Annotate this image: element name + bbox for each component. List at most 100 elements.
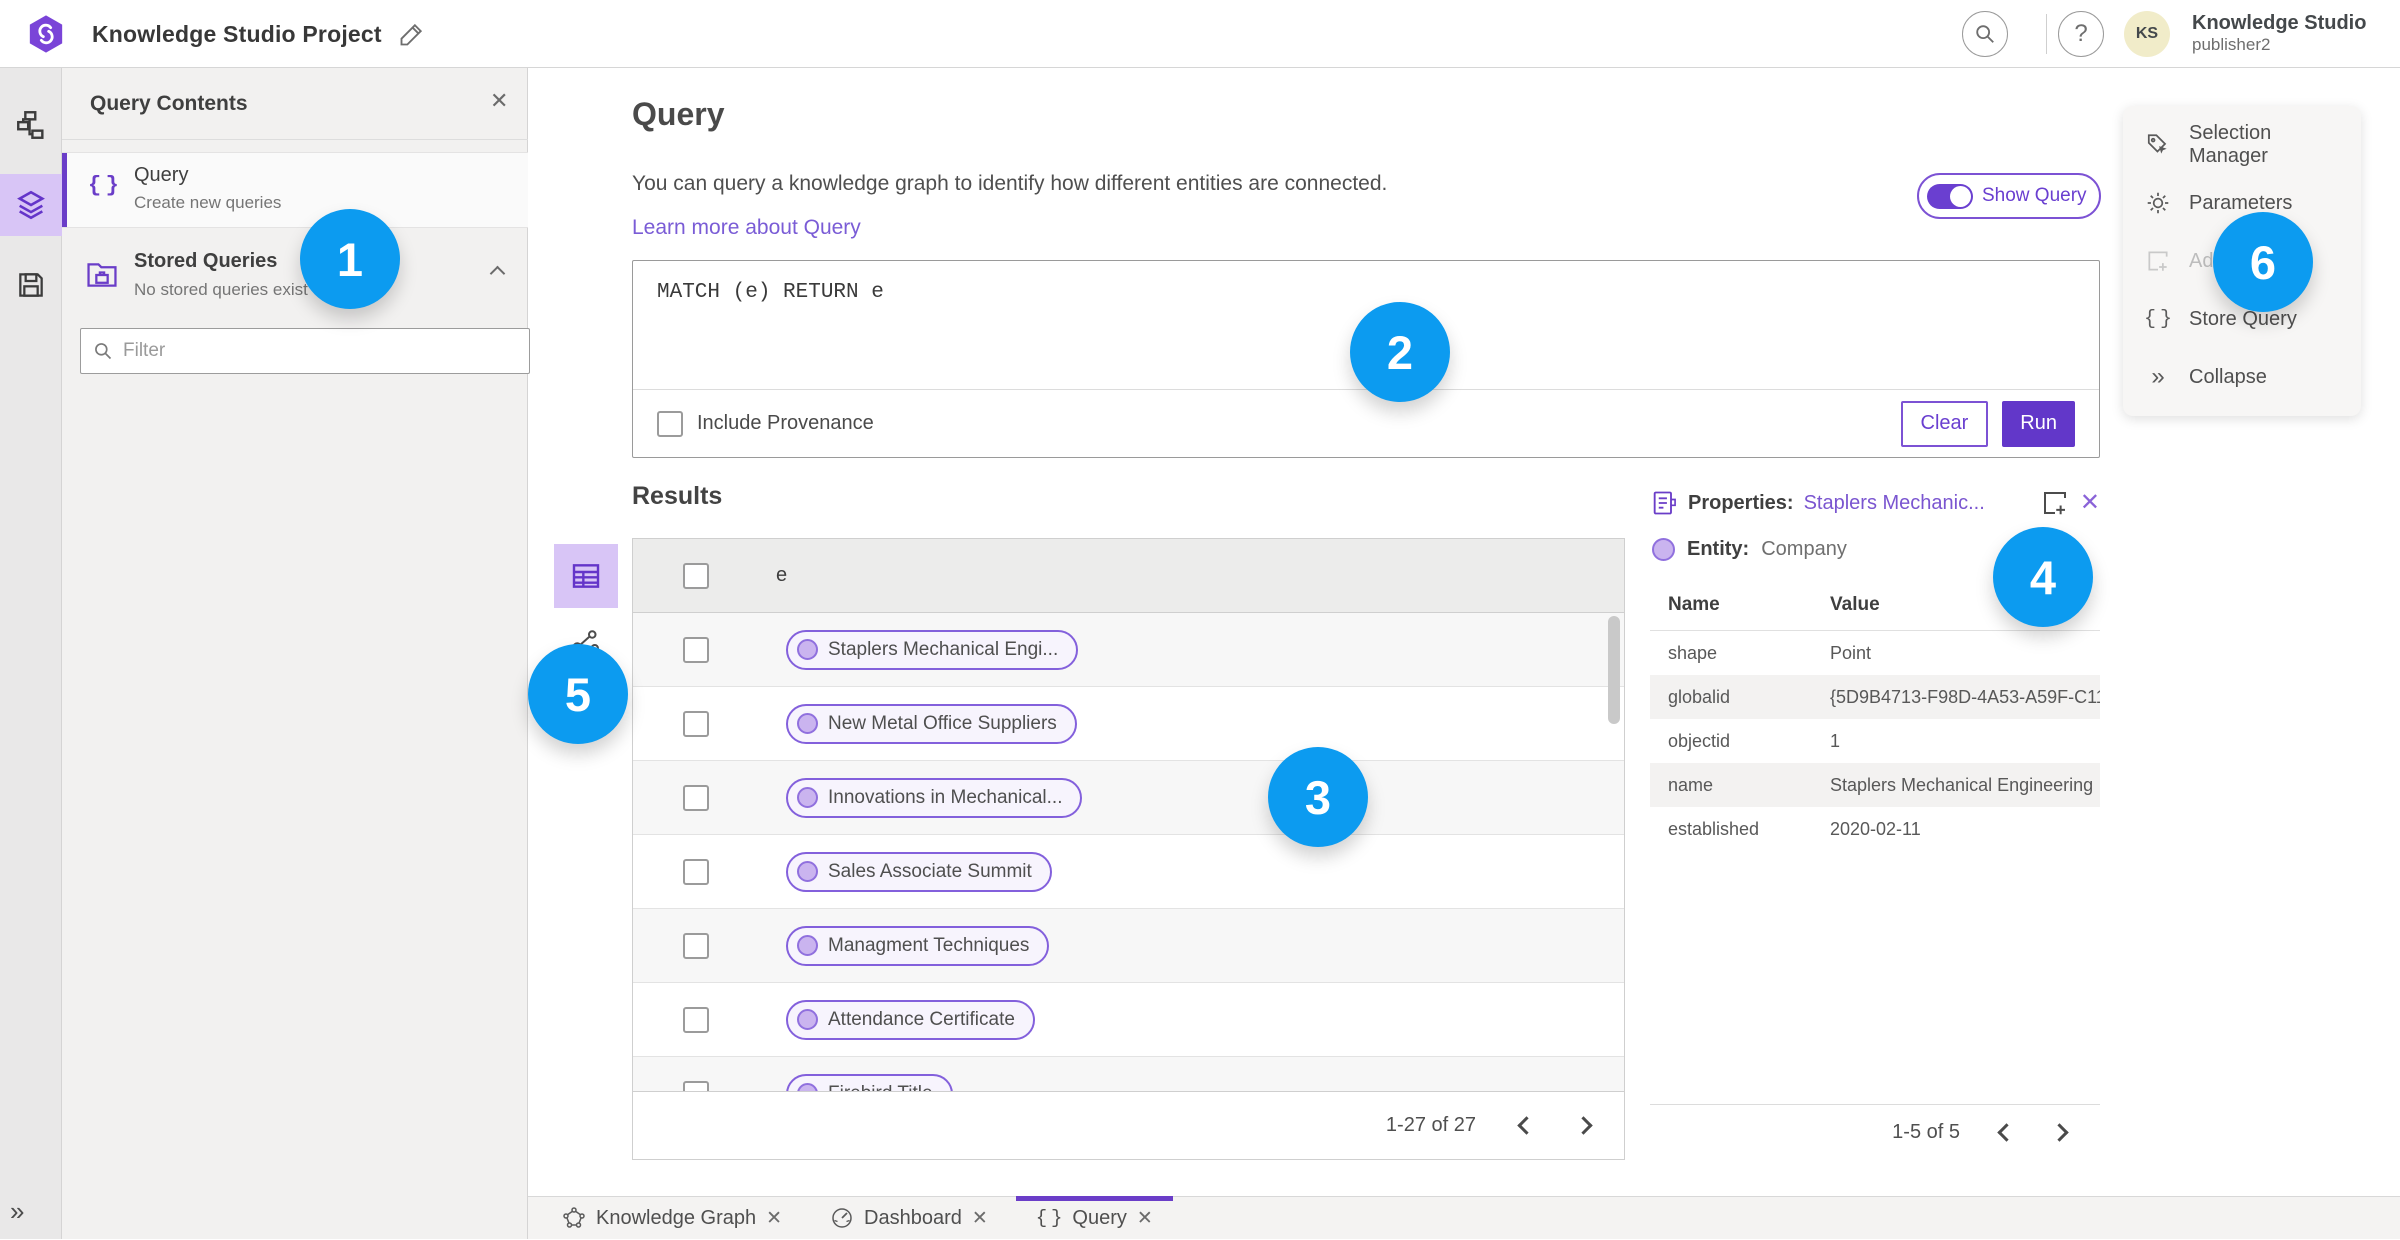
close-properties-icon[interactable]: ✕ (2080, 491, 2100, 515)
table-row: Managment Techniques (633, 909, 1624, 983)
results-table-header: e (633, 539, 1624, 613)
question-icon: ? (2074, 20, 2088, 47)
show-query-label: Show Query (1982, 185, 2087, 206)
properties-header: Properties: Staplers Mechanic... ✕ (1650, 488, 2100, 518)
property-value: Staplers Mechanical Engineering (1830, 774, 2094, 795)
row-checkbox[interactable] (682, 710, 709, 737)
close-panel-icon[interactable]: ✕ (490, 90, 508, 112)
row-checkbox[interactable] (682, 784, 709, 811)
entity-dot-icon (797, 639, 818, 660)
save-button[interactable] (0, 254, 62, 316)
entity-dot-icon (797, 787, 818, 808)
left-icon-rail (0, 68, 62, 1239)
entity-pill[interactable]: Staplers Mechanical Engi... (786, 629, 1079, 670)
toggle-knob (1950, 185, 1971, 207)
app-logo[interactable] (26, 14, 66, 54)
entity-pill[interactable]: Innovations in Mechanical... (786, 777, 1083, 818)
contents-item-stored-queries[interactable]: Stored Queries No stored queries exist (62, 240, 528, 316)
previous-page-icon[interactable] (1517, 1116, 1536, 1135)
property-row: name Staplers Mechanical Engineering (1650, 763, 2100, 807)
entity-pill[interactable]: Managment Techniques (786, 925, 1050, 966)
search-button[interactable] (1962, 11, 2008, 57)
property-value: 2020-02-11 (1830, 818, 1921, 839)
layers-button-selected[interactable] (0, 174, 62, 236)
row-checkbox[interactable] (682, 932, 709, 959)
user-menu[interactable]: Knowledge Studio publisher2 (2192, 12, 2366, 55)
property-row: shape Point (1650, 631, 2100, 675)
entity-label: Staplers Mechanical Engi... (828, 638, 1059, 660)
results-scrollbar-thumb[interactable] (1608, 616, 1620, 724)
close-tab-icon[interactable]: ✕ (766, 1207, 782, 1230)
data-model-button[interactable] (0, 94, 62, 156)
contents-item-query[interactable]: { } Query Create new queries (62, 152, 528, 228)
avatar[interactable]: KS (2124, 11, 2170, 57)
top-bar: Knowledge Studio Project ? KS Knowledge … (0, 0, 2400, 68)
property-value: 1 (1830, 730, 1841, 751)
tab-dashboard[interactable]: Dashboard ✕ (806, 1197, 1012, 1240)
property-name: shape (1668, 642, 1718, 663)
property-value: {5D9B4713-F98D-4A53-A59F-C11... (1830, 686, 2100, 707)
entity-type-value: Company (1761, 538, 1847, 560)
clear-button[interactable]: Clear (1900, 400, 1989, 447)
tab-knowledge-graph[interactable]: Knowledge Graph ✕ (538, 1197, 806, 1240)
view-tab-bar: Knowledge Graph ✕ Dashboard ✕ { } Query … (528, 1195, 2400, 1240)
add-to-new-icon[interactable] (2040, 488, 2070, 518)
property-name: name (1668, 774, 1714, 795)
table-view-button[interactable] (554, 544, 618, 608)
tab-label: Knowledge Graph (596, 1206, 757, 1229)
toggle-track (1927, 183, 1973, 209)
row-checkbox[interactable] (682, 1006, 709, 1033)
table-row: Staplers Mechanical Engi... (633, 613, 1624, 687)
contents-title: Query Contents (90, 92, 248, 115)
entity-pill[interactable]: New Metal Office Suppliers (786, 703, 1077, 744)
include-provenance-checkbox[interactable] (657, 410, 683, 437)
select-all-checkbox[interactable] (682, 562, 709, 589)
row-checkbox[interactable] (682, 858, 709, 885)
query-code-input[interactable]: MATCH (e) RETURN e (657, 281, 884, 304)
next-page-icon[interactable] (2050, 1123, 2069, 1142)
tab-query-active[interactable]: { } Query ✕ (1012, 1195, 1177, 1240)
property-row: globalid {5D9B4713-F98D-4A53-A59F-C11... (1650, 675, 2100, 719)
entity-pill[interactable]: Attendance Certificate (786, 999, 1035, 1040)
next-page-icon[interactable] (1574, 1116, 1593, 1135)
selected-accent-bar (62, 153, 67, 227)
table-row: Firebird Title (633, 1057, 1624, 1093)
user-role: publisher2 (2192, 35, 2271, 54)
property-name: objectid (1668, 730, 1731, 751)
results-table: e Staplers Mechanical Engi... New Metal … (632, 538, 1625, 1160)
show-query-toggle[interactable]: Show Query (1917, 173, 2101, 219)
entity-pill[interactable]: Sales Associate Summit (786, 851, 1052, 892)
table-row: Innovations in Mechanical... (633, 761, 1624, 835)
callout-badge-3: 3 (1268, 747, 1368, 847)
results-range-label: 1-27 of 27 (1385, 1114, 1476, 1136)
learn-more-link[interactable]: Learn more about Query (632, 216, 861, 240)
menu-item-selection-manager[interactable]: Selection Manager (2123, 116, 2361, 174)
close-tab-icon[interactable]: ✕ (1137, 1207, 1153, 1230)
previous-page-icon[interactable] (1997, 1123, 2016, 1142)
callout-badge-2: 2 (1350, 302, 1450, 402)
stored-queries-title: Stored Queries (134, 250, 278, 272)
run-button[interactable]: Run (2002, 400, 2075, 447)
menu-item-label: Parameters (2189, 191, 2293, 214)
help-button[interactable]: ? (2058, 11, 2104, 57)
topbar-divider (2046, 14, 2047, 54)
table-row: Sales Associate Summit (633, 835, 1624, 909)
entity-label: Attendance Certificate (828, 1008, 1015, 1030)
tab-label: Query (1072, 1206, 1127, 1229)
menu-item-label: Store Query (2189, 307, 2297, 330)
table-icon (572, 564, 600, 588)
entity-dot-icon (797, 1009, 818, 1030)
expand-rail-button[interactable]: » (10, 1196, 24, 1227)
filter-input[interactable] (123, 340, 517, 362)
properties-entity-link[interactable]: Staplers Mechanic... (1804, 492, 1985, 515)
properties-rows: shape Point globalid {5D9B4713-F98D-4A53… (1650, 630, 2100, 851)
collapse-section-chevron-icon[interactable] (489, 265, 506, 282)
results-pagination: 1-27 of 27 (633, 1091, 1624, 1159)
close-tab-icon[interactable]: ✕ (972, 1207, 988, 1230)
property-name: globalid (1668, 686, 1731, 707)
stored-queries-folder-icon (84, 258, 120, 292)
row-checkbox[interactable] (682, 636, 709, 663)
braces-icon: { } (2144, 307, 2173, 331)
menu-item-collapse[interactable]: » Collapse (2123, 348, 2361, 406)
edit-title-pencil-icon[interactable] (398, 20, 426, 48)
